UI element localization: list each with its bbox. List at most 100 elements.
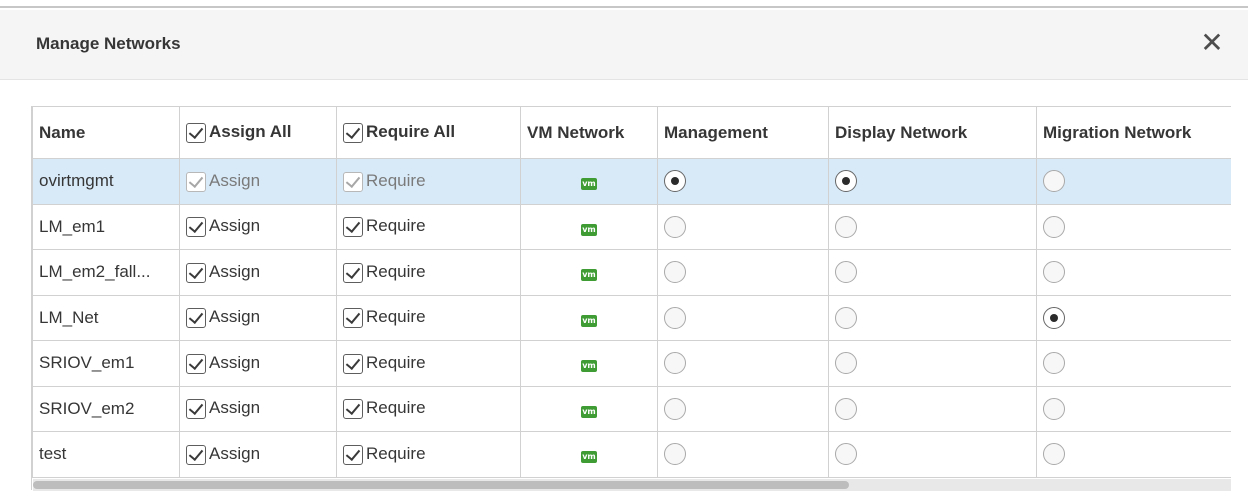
assign-cell[interactable]: Assign xyxy=(179,203,337,250)
migration-network-radio[interactable] xyxy=(1043,215,1065,238)
dialog-header: Manage Networks ✕ xyxy=(0,10,1248,80)
table-row[interactable]: LM_em1 Assign Require vm xyxy=(32,203,1231,250)
column-migration-network: Migration Network xyxy=(1036,106,1231,159)
vm-network-icon: vm xyxy=(581,451,597,464)
vm-network-cell: vm xyxy=(520,340,658,387)
vm-network-cell: vm xyxy=(520,431,658,478)
management-radio[interactable] xyxy=(664,170,686,193)
assign-cell[interactable]: Assign xyxy=(179,385,337,432)
management-cell[interactable] xyxy=(657,340,829,387)
display-network-radio[interactable] xyxy=(835,306,857,329)
display-network-cell[interactable] xyxy=(828,158,1037,205)
display-network-cell[interactable] xyxy=(828,340,1037,387)
management-radio[interactable] xyxy=(664,306,686,329)
column-assign-all[interactable]: Assign All xyxy=(179,106,337,159)
networks-table-body: ovirtmgmt Assign Require vm LM_em1 Assig… xyxy=(32,158,1231,478)
display-network-radio[interactable] xyxy=(835,215,857,238)
display-network-cell[interactable] xyxy=(828,431,1037,478)
checkbox-checked-icon[interactable] xyxy=(343,353,363,374)
migration-network-radio[interactable] xyxy=(1043,306,1065,329)
display-network-radio[interactable] xyxy=(835,170,857,193)
migration-network-cell[interactable] xyxy=(1036,431,1231,478)
checkbox-checked-icon[interactable] xyxy=(186,262,206,283)
column-management: Management xyxy=(657,106,829,159)
management-cell[interactable] xyxy=(657,431,829,478)
require-cell[interactable]: Require xyxy=(336,158,521,205)
migration-network-cell[interactable] xyxy=(1036,158,1231,205)
vm-network-cell: vm xyxy=(520,294,658,341)
require-cell[interactable]: Require xyxy=(336,385,521,432)
migration-network-radio[interactable] xyxy=(1043,397,1065,420)
table-row[interactable]: ovirtmgmt Assign Require vm xyxy=(32,158,1231,205)
require-cell[interactable]: Require xyxy=(336,249,521,296)
management-cell[interactable] xyxy=(657,203,829,250)
checkbox-checked-icon[interactable] xyxy=(343,217,363,237)
migration-network-cell[interactable] xyxy=(1036,340,1231,387)
vm-network-icon: vm xyxy=(581,178,597,191)
migration-network-cell[interactable] xyxy=(1036,294,1231,341)
require-label: Require xyxy=(366,216,426,236)
network-name: SRIOV_em1 xyxy=(32,340,180,387)
checkbox-checked-icon[interactable] xyxy=(186,171,206,192)
management-radio[interactable] xyxy=(664,215,686,238)
assign-cell[interactable]: Assign xyxy=(179,249,337,296)
horizontal-scrollbar-thumb[interactable] xyxy=(33,481,849,489)
migration-network-radio[interactable] xyxy=(1043,443,1065,466)
table-row[interactable]: LM_em2_fall... Assign Require vm xyxy=(32,249,1231,296)
horizontal-scrollbar[interactable] xyxy=(33,479,1231,491)
require-cell[interactable]: Require xyxy=(336,203,521,250)
table-row[interactable]: SRIOV_em2 Assign Require vm xyxy=(32,385,1231,432)
require-cell[interactable]: Require xyxy=(336,294,521,341)
table-row[interactable]: LM_Net Assign Require vm xyxy=(32,294,1231,341)
checkbox-checked-icon[interactable] xyxy=(186,308,206,328)
checkbox-checked-icon[interactable] xyxy=(343,444,363,465)
network-name: LM_em2_fall... xyxy=(32,249,180,296)
network-name: SRIOV_em2 xyxy=(32,385,180,432)
display-network-cell[interactable] xyxy=(828,249,1037,296)
checkbox-checked-icon[interactable] xyxy=(186,353,206,374)
assign-cell[interactable]: Assign xyxy=(179,158,337,205)
management-radio[interactable] xyxy=(664,352,686,375)
column-require-all[interactable]: Require All xyxy=(336,106,521,159)
display-network-cell[interactable] xyxy=(828,294,1037,341)
assign-all-checkbox[interactable] xyxy=(186,122,206,143)
management-cell[interactable] xyxy=(657,385,829,432)
migration-network-cell[interactable] xyxy=(1036,385,1231,432)
table-row[interactable]: test Assign Require vm xyxy=(32,431,1231,478)
management-radio[interactable] xyxy=(664,397,686,420)
require-all-checkbox[interactable] xyxy=(343,122,363,143)
checkbox-checked-icon[interactable] xyxy=(186,444,206,465)
management-cell[interactable] xyxy=(657,294,829,341)
management-cell[interactable] xyxy=(657,158,829,205)
display-network-radio[interactable] xyxy=(835,352,857,375)
assign-cell[interactable]: Assign xyxy=(179,431,337,478)
display-network-cell[interactable] xyxy=(828,385,1037,432)
assign-label: Assign xyxy=(209,398,261,418)
migration-network-radio[interactable] xyxy=(1043,352,1065,375)
display-network-radio[interactable] xyxy=(835,397,857,420)
assign-cell[interactable]: Assign xyxy=(179,340,337,387)
table-row[interactable]: SRIOV_em1 Assign Require vm xyxy=(32,340,1231,387)
migration-network-cell[interactable] xyxy=(1036,249,1231,296)
checkbox-checked-icon[interactable] xyxy=(343,399,363,419)
assign-cell[interactable]: Assign xyxy=(179,294,337,341)
management-radio[interactable] xyxy=(664,443,686,466)
checkbox-checked-icon[interactable] xyxy=(343,262,363,283)
require-cell[interactable]: Require xyxy=(336,431,521,478)
display-network-radio[interactable] xyxy=(835,261,857,284)
checkbox-checked-icon[interactable] xyxy=(186,217,206,237)
checkbox-checked-icon[interactable] xyxy=(343,308,363,328)
migration-network-radio[interactable] xyxy=(1043,170,1065,193)
require-label: Require xyxy=(366,443,426,463)
checkbox-checked-icon[interactable] xyxy=(343,171,363,192)
management-cell[interactable] xyxy=(657,249,829,296)
checkbox-checked-icon[interactable] xyxy=(186,399,206,419)
require-cell[interactable]: Require xyxy=(336,340,521,387)
display-network-cell[interactable] xyxy=(828,203,1037,250)
migration-network-cell[interactable] xyxy=(1036,203,1231,250)
management-radio[interactable] xyxy=(664,261,686,284)
migration-network-radio[interactable] xyxy=(1043,261,1065,284)
vm-network-icon: vm xyxy=(581,269,597,282)
close-icon[interactable]: ✕ xyxy=(1198,28,1226,58)
display-network-radio[interactable] xyxy=(835,443,857,466)
